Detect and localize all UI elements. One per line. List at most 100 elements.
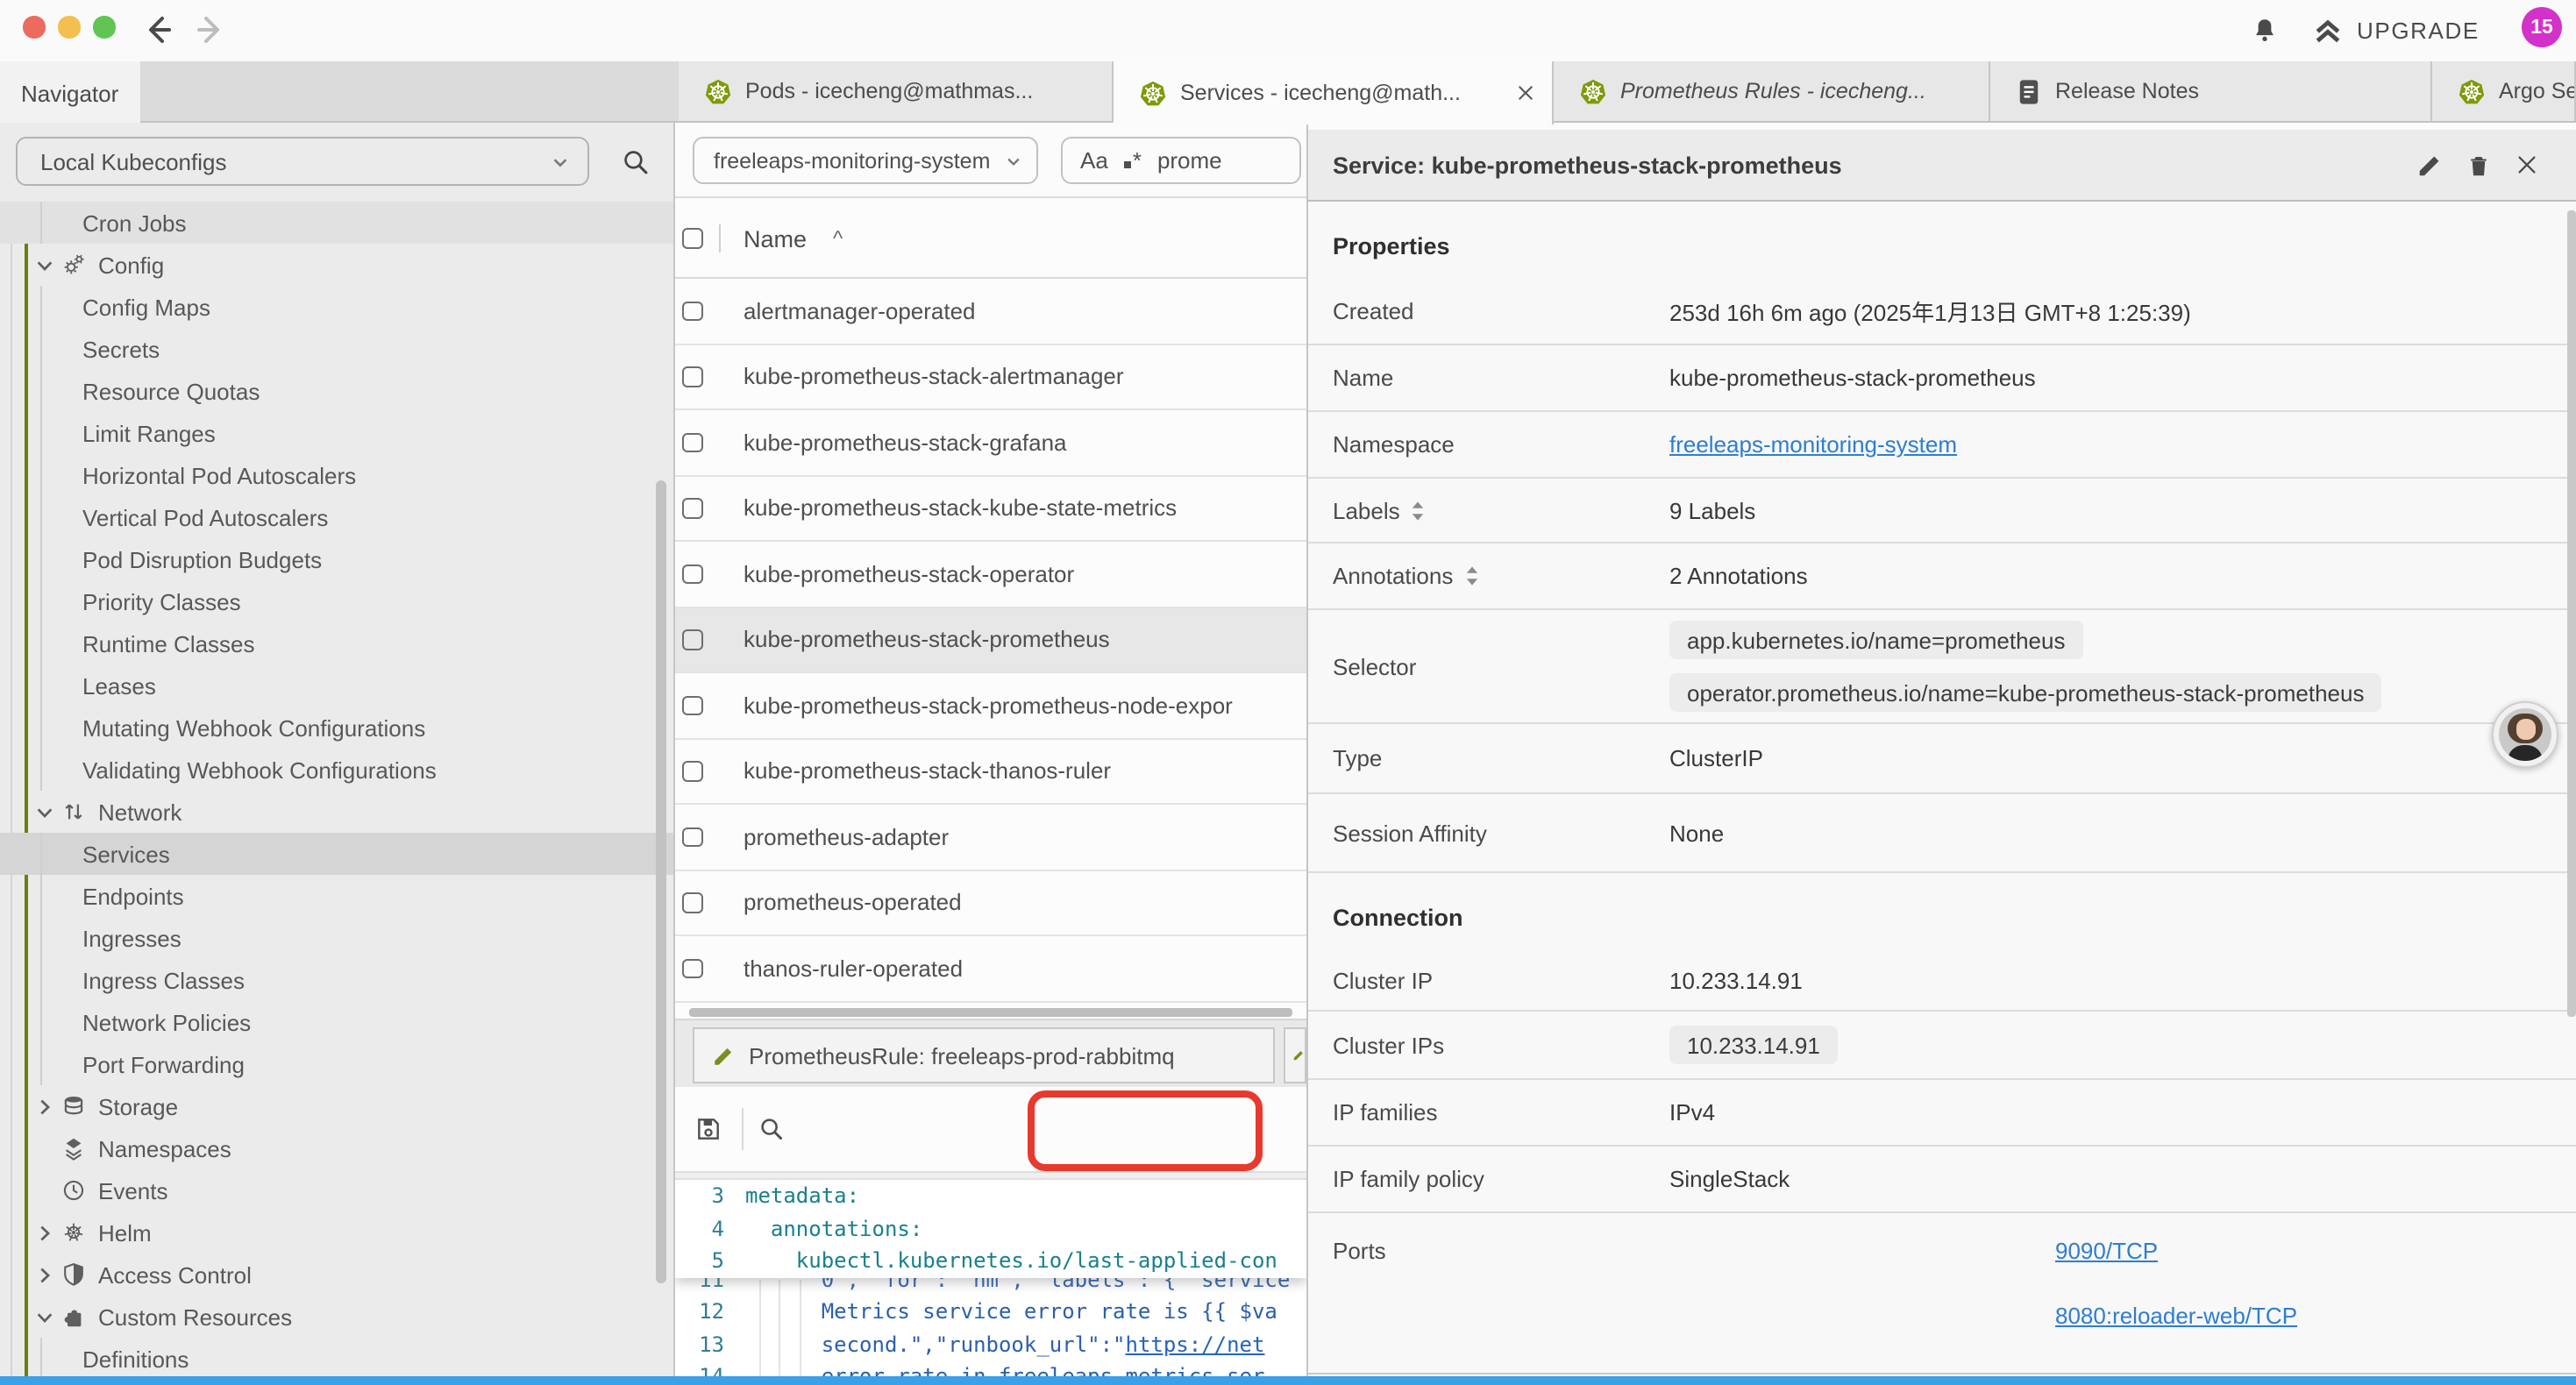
table-row[interactable]: prometheus-adapter [675, 805, 1306, 870]
detail-panel-scrollbar[interactable] [2567, 210, 2575, 1017]
row-checkbox[interactable] [682, 301, 702, 321]
port-link[interactable]: 9090/TCP [2055, 1238, 2158, 1264]
sidebar-item-limit-ranges[interactable]: Limit Ranges [0, 412, 675, 454]
detail-panel-title: Service: kube-prometheus-stack-prometheu… [1333, 152, 1842, 178]
tab-pods[interactable]: Pods - icecheng@mathmas... [679, 61, 1114, 121]
sidebar-item-services[interactable]: Services [0, 833, 675, 875]
chevron-down-icon[interactable] [35, 255, 56, 274]
table-row[interactable]: kube-prometheus-stack-prometheus-node-ex… [675, 673, 1306, 739]
edit-icon[interactable] [2416, 152, 2443, 178]
tab-close-icon[interactable] [1517, 84, 1534, 102]
chevron-right-icon[interactable] [35, 1265, 56, 1284]
sidebar-item-namespaces[interactable]: Namespaces [0, 1127, 675, 1169]
table-row[interactable]: thanos-ruler-operated [675, 936, 1306, 1002]
row-checkbox[interactable] [682, 564, 702, 584]
yaml-editor[interactable]: 12 Metrics service error rate is {{ $va1… [675, 1180, 1306, 1376]
table-row[interactable]: kube-prometheus-stack-prometheus [675, 607, 1306, 673]
table-row[interactable]: kube-prometheus-stack-kube-state-metrics [675, 476, 1306, 542]
sidebar-item-leases[interactable]: Leases [0, 664, 675, 707]
kubeconfig-select[interactable]: Local Kubeconfigs [16, 137, 589, 186]
tab-services[interactable]: Services - icecheng@math... [1114, 61, 1554, 124]
sidebar-item-definitions[interactable]: Definitions [0, 1338, 675, 1378]
sidebar-item-mutating-webhook-configurations[interactable]: Mutating Webhook Configurations [0, 707, 675, 749]
sidebar-item-port-forwarding[interactable]: Port Forwarding [0, 1043, 675, 1085]
forward-arrow-icon[interactable] [193, 12, 228, 47]
port-link[interactable]: 8080:reloader-web/TCP [2055, 1303, 2297, 1329]
chevron-right-icon[interactable] [35, 1223, 56, 1242]
editor-search-icon[interactable] [758, 1115, 786, 1143]
row-checkbox[interactable] [682, 695, 702, 715]
sidebar-item-horizontal-pod-autoscalers[interactable]: Horizontal Pod Autoscalers [0, 454, 675, 496]
back-arrow-icon[interactable] [140, 12, 175, 47]
sidebar-item-cron-jobs[interactable]: Cron Jobs [0, 202, 675, 244]
delete-trash-icon[interactable] [2466, 152, 2492, 178]
sidebar-item-events[interactable]: Events [0, 1169, 675, 1211]
table-row[interactable]: kube-prometheus-stack-grafana [675, 410, 1306, 476]
horizontal-scrollbar[interactable] [689, 1008, 1292, 1016]
profile-badge[interactable]: 15 [2522, 7, 2562, 47]
navigator-scrollbar[interactable] [656, 480, 666, 1283]
traffic-zoom-button[interactable] [93, 16, 115, 38]
chevron-down-icon[interactable] [35, 802, 56, 821]
assistant-avatar[interactable] [2492, 701, 2558, 768]
column-header-name[interactable]: Name [744, 198, 807, 279]
regex-toggle[interactable]: * [1124, 147, 1142, 174]
sidebar-item-resource-quotas[interactable]: Resource Quotas [0, 370, 675, 412]
chevron-down-icon[interactable] [35, 1307, 56, 1326]
upgrade-button[interactable]: UPGRADE [2311, 0, 2480, 61]
select-all-checkbox[interactable] [682, 228, 702, 248]
namespace-link[interactable]: freeleaps-monitoring-system [1669, 431, 1957, 458]
sidebar-item-secrets[interactable]: Secrets [0, 328, 675, 370]
row-checkbox[interactable] [682, 761, 702, 781]
chevron-right-icon[interactable] [35, 1097, 56, 1116]
sidebar-item-helm[interactable]: Helm [0, 1211, 675, 1254]
sidebar-item-config[interactable]: Config [0, 244, 675, 286]
traffic-close-button[interactable] [23, 16, 45, 38]
row-checkbox[interactable] [682, 958, 702, 978]
traffic-minimize-button[interactable] [58, 16, 80, 38]
editor-tab-partial[interactable] [1284, 1027, 1306, 1083]
close-icon[interactable] [2515, 153, 2539, 177]
sort-toggle-icon[interactable] [1463, 565, 1479, 587]
sidebar-item-network[interactable]: Network [0, 791, 675, 833]
sidebar-item-ingress-classes[interactable]: Ingress Classes [0, 959, 675, 1001]
sidebar-item-config-maps[interactable]: Config Maps [0, 286, 675, 328]
sidebar-item-endpoints[interactable]: Endpoints [0, 875, 675, 917]
sidebar-item-vertical-pod-autoscalers[interactable]: Vertical Pod Autoscalers [0, 496, 675, 538]
tab-release[interactable]: Release Notes [1990, 61, 2432, 121]
save-icon[interactable] [694, 1115, 722, 1143]
row-checkbox[interactable] [682, 498, 702, 518]
sort-toggle-icon[interactable] [1411, 499, 1427, 522]
sidebar-item-network-policies[interactable]: Network Policies [0, 1001, 675, 1043]
namespace-select[interactable]: freeleaps-monitoring-system [693, 137, 1038, 184]
navigator-search-icon[interactable] [610, 137, 659, 186]
tab-navigator[interactable]: Navigator [0, 61, 140, 124]
sidebar-item-runtime-classes[interactable]: Runtime Classes [0, 622, 675, 664]
table-row[interactable]: kube-prometheus-stack-alertmanager [675, 344, 1306, 410]
filter-input[interactable]: Aa * prome [1061, 137, 1301, 184]
table-row[interactable]: kube-prometheus-stack-operator [675, 542, 1306, 607]
match-case-toggle[interactable]: Aa [1080, 147, 1108, 174]
sidebar-item-pod-disruption-budgets[interactable]: Pod Disruption Budgets [0, 538, 675, 580]
table-row[interactable]: prometheus-operated [675, 870, 1306, 936]
sidebar-item-access-control[interactable]: Access Control [0, 1254, 675, 1296]
row-checkbox[interactable] [682, 629, 702, 650]
tab-prometheus[interactable]: Prometheus Rules - icecheng... [1554, 61, 1990, 121]
prometheusrule-editor-tab[interactable]: PrometheusRule: freeleaps-prod-rabbitmq [693, 1027, 1275, 1083]
sidebar-item-validating-webhook-configurations[interactable]: Validating Webhook Configurations [0, 749, 675, 791]
table-row[interactable]: kube-prometheus-stack-thanos-ruler [675, 739, 1306, 805]
sidebar-item-priority-classes[interactable]: Priority Classes [0, 580, 675, 622]
row-checkbox[interactable] [682, 892, 702, 913]
tab-argo[interactable]: Argo Se [2432, 61, 2576, 121]
notification-bell-icon[interactable] [2250, 0, 2280, 61]
row-checkbox[interactable] [682, 432, 702, 452]
table-row[interactable]: alertmanager-operated [675, 279, 1306, 344]
sort-asc-caret[interactable]: ^ [833, 198, 843, 279]
kubernetes-icon [2459, 78, 2485, 104]
sidebar-item-storage[interactable]: Storage [0, 1085, 675, 1127]
services-table: alertmanager-operatedkube-prometheus-sta… [675, 279, 1306, 1002]
row-checkbox[interactable] [682, 827, 702, 847]
sidebar-item-ingresses[interactable]: Ingresses [0, 917, 675, 959]
sidebar-item-custom-resources[interactable]: Custom Resources [0, 1296, 675, 1338]
row-checkbox[interactable] [682, 366, 702, 387]
